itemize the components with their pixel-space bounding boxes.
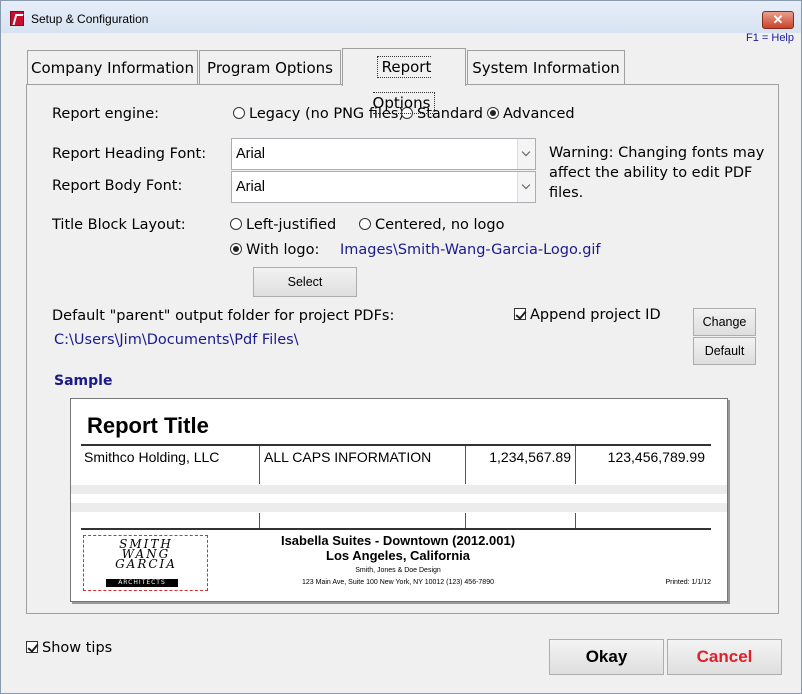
- sample-address: 123 Main Ave, Suite 100 New York, NY 100…: [302, 579, 494, 586]
- page-gap: [71, 485, 727, 494]
- sample-printed-date: Printed: 1/1/12: [665, 579, 711, 586]
- change-folder-button[interactable]: Change: [693, 308, 756, 336]
- divider: [81, 528, 711, 530]
- body-font-select[interactable]: Arial: [231, 171, 536, 203]
- output-folder-label: Default "parent" output folder for proje…: [52, 308, 395, 324]
- output-folder-path: C:\Users\Jim\Documents\Pdf Files\: [54, 332, 299, 348]
- chevron-down-icon[interactable]: [517, 139, 535, 169]
- body-font-label: Report Body Font:: [52, 178, 183, 194]
- tab-company-information[interactable]: Company Information: [27, 50, 198, 85]
- tab-report-options[interactable]: Report Options: [342, 48, 466, 114]
- cancel-button[interactable]: Cancel: [667, 639, 782, 675]
- sample-cell-company: Smithco Holding, LLC: [84, 449, 220, 465]
- divider: [465, 513, 466, 529]
- title-bar: Setup & Configuration ✕: [1, 1, 801, 33]
- select-logo-button[interactable]: Select: [253, 267, 357, 297]
- sample-cell-number2: 123,456,789.99: [607, 449, 705, 465]
- tab-system-information[interactable]: System Information: [467, 50, 625, 85]
- app-icon: [10, 11, 24, 26]
- font-warning: Warning: Changing fonts may affect the a…: [549, 145, 765, 201]
- divider: [81, 444, 711, 446]
- sample-label: Sample: [54, 373, 113, 389]
- sample-project-name: Isabella Suites - Downtown (2012.001): [280, 533, 516, 548]
- report-engine-label: Report engine:: [52, 106, 160, 122]
- divider: [259, 446, 260, 484]
- logo-lettering: SMITH WANG GARCIA: [115, 537, 177, 571]
- page-gap: [71, 503, 727, 512]
- heading-font-select[interactable]: Arial: [231, 138, 536, 170]
- help-hint[interactable]: F1 = Help: [746, 32, 794, 44]
- sample-cell-number1: 1,234,567.89: [489, 449, 571, 465]
- default-folder-button[interactable]: Default: [693, 337, 756, 365]
- heading-font-label: Report Heading Font:: [52, 146, 207, 162]
- okay-button[interactable]: Okay: [549, 639, 664, 675]
- show-tips-checkbox[interactable]: Show tips: [26, 640, 112, 656]
- centered-no-logo-radio[interactable]: Centered, no logo: [359, 217, 504, 233]
- sample-preview: Report Title Smithco Holding, LLC ALL CA…: [70, 398, 728, 602]
- chevron-down-icon[interactable]: [517, 172, 535, 202]
- close-button[interactable]: ✕: [762, 11, 794, 29]
- logo-path: Images\Smith-Wang-Garcia-Logo.gif: [340, 242, 601, 258]
- body-font-value: Arial: [236, 179, 266, 195]
- heading-font-value: Arial: [236, 146, 266, 162]
- divider: [465, 446, 466, 484]
- sample-location: Los Angeles, California: [326, 548, 470, 563]
- sample-firm: Smith, Jones & Doe Design: [355, 567, 441, 574]
- logo-tag: ARCHITECTS: [106, 579, 178, 587]
- report-options-panel: Report engine: Legacy (no PNG files) Sta…: [26, 84, 779, 614]
- title-block-label: Title Block Layout:: [52, 217, 186, 233]
- divider: [575, 513, 576, 529]
- tab-program-options[interactable]: Program Options: [199, 50, 341, 85]
- divider: [259, 513, 260, 529]
- left-justified-radio[interactable]: Left-justified: [230, 217, 336, 233]
- with-logo-radio[interactable]: With logo:: [230, 242, 319, 258]
- engine-advanced-radio[interactable]: Advanced: [487, 106, 575, 122]
- divider: [575, 446, 576, 484]
- sample-report-title: Report Title: [87, 413, 209, 438]
- append-project-id-checkbox[interactable]: Append project ID: [514, 307, 661, 323]
- tab-report-options-label: Report Options: [372, 56, 436, 114]
- window-title: Setup & Configuration: [31, 12, 149, 26]
- sample-cell-caps: ALL CAPS INFORMATION: [264, 449, 432, 465]
- setup-window: Setup & Configuration ✕ F1 = Help Compan…: [0, 0, 802, 694]
- sample-logo: SMITH WANG GARCIA ARCHITECTS: [83, 535, 208, 591]
